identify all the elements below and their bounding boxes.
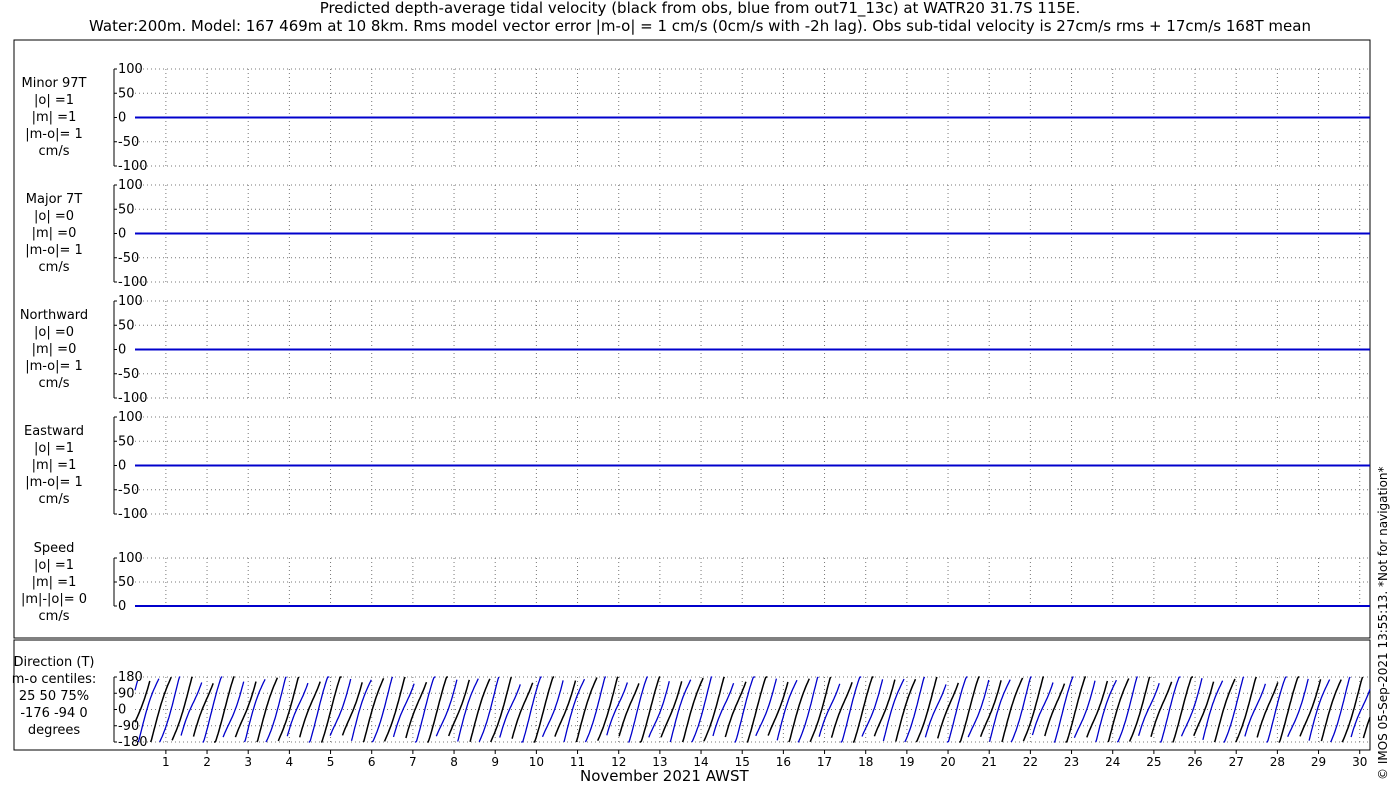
major-label-line: |o| =0 [33,209,74,224]
north-label-line: Northward [19,308,89,323]
x-tick-label: 20 [940,755,955,769]
north-y-tick-label: -100 [118,391,148,406]
minor-y-tick-label: -100 [118,159,148,174]
east-y-tick-label: 50 [118,434,135,449]
east-label-line: |m-o|= 1 [25,475,83,490]
x-tick-label: 5 [327,755,335,769]
major-label-line: |m| =0 [31,226,77,241]
speed-label-line: Speed [33,541,75,556]
direction-y-tick-label: 90 [118,686,135,701]
direction-label-line: Direction (T) [13,655,95,670]
direction-model-line [134,676,1371,743]
speed-label-line: |m|-|o|= 0 [20,592,88,607]
minor-label-line: |m| =1 [31,110,77,125]
major-y-tick-label: -100 [118,275,148,290]
north-label-line: |m| =0 [31,342,77,357]
minor-y-tick-label: -50 [118,135,139,150]
speed-label-line: |m| =1 [31,575,77,590]
minor-label-line: cm/s [38,144,70,159]
x-tick-label: 6 [368,755,376,769]
x-axis-label: November 2021 AWST [580,767,749,785]
direction-label-line: degrees [27,723,81,738]
east-y-tick-label: 0 [118,459,126,474]
minor-label-line: |m-o|= 1 [25,127,83,142]
x-tick-label: 7 [409,755,417,769]
x-tick-label: 1 [162,755,170,769]
minor-y-tick-label: 50 [118,86,135,101]
north-y-tick-label: 100 [118,294,143,309]
north-label-line: cm/s [38,376,70,391]
upper-frame [13,39,1371,639]
x-tick-label: 16 [776,755,791,769]
direction-y-tick-label: 0 [118,703,126,718]
east-label-line: |m| =1 [31,458,77,473]
east-label-line: Eastward [23,424,85,439]
speed-label-line: |o| =1 [33,558,74,573]
copyright-notice: © IMOS 05-Sep-2021 13:55:13. *Not for na… [1376,466,1390,780]
tidal-velocity-chart: 100500-50-100100500-50-100100500-50-1001… [13,39,1371,769]
major-label-line: |m-o|= 1 [25,243,83,258]
minor-y-tick-label: 0 [118,111,126,126]
direction-label-line: m-o centiles: [11,672,97,687]
x-tick-label: 10 [529,755,544,769]
east-label-line: |o| =1 [33,441,74,456]
major-y-tick-label: -50 [118,251,139,266]
direction-obs-line [134,676,1371,743]
speed-label-line: cm/s [38,609,70,624]
x-tick-label: 26 [1187,755,1202,769]
speed-y-tick-label: 100 [118,551,143,566]
x-tick-label: 18 [858,755,873,769]
x-tick-label: 19 [899,755,914,769]
x-tick-label: 30 [1352,755,1367,769]
minor-y-tick-label: 100 [118,62,143,77]
x-tick-label: 21 [982,755,997,769]
x-tick-label: 9 [491,755,499,769]
x-tick-label: 29 [1311,755,1326,769]
direction-label-line: -176 -94 0 [20,706,88,721]
north-y-tick-label: 0 [118,343,126,358]
major-label-line: cm/s [38,260,70,275]
major-y-tick-label: 0 [118,227,126,242]
major-label-line: Major 7T [25,192,83,207]
speed-y-tick-label: 0 [118,599,126,614]
x-tick-label: 23 [1064,755,1079,769]
x-tick-label: 28 [1270,755,1285,769]
direction-y-tick-label: -180 [118,735,148,750]
x-tick-label: 17 [817,755,832,769]
minor-label-line: Minor 97T [21,76,87,91]
east-y-tick-label: -50 [118,483,139,498]
north-label-line: |m-o|= 1 [25,359,83,374]
x-tick-label: 27 [1229,755,1244,769]
x-tick-label: 22 [1023,755,1038,769]
direction-label-line: 25 50 75% [18,689,90,704]
direction-y-tick-label: 180 [118,670,143,685]
speed-y-tick-label: 50 [118,575,135,590]
north-y-tick-label: -50 [118,367,139,382]
x-tick-label: 3 [244,755,252,769]
x-tick-label: 2 [203,755,211,769]
east-label-line: cm/s [38,492,70,507]
east-y-tick-label: 100 [118,410,143,425]
major-y-tick-label: 50 [118,202,135,217]
x-tick-label: 24 [1105,755,1120,769]
x-tick-label: 4 [286,755,294,769]
x-tick-label: 8 [450,755,458,769]
minor-label-line: |o| =1 [33,93,74,108]
east-y-tick-label: -100 [118,507,148,522]
north-label-line: |o| =0 [33,325,74,340]
x-tick-label: 25 [1146,755,1161,769]
north-y-tick-label: 50 [118,318,135,333]
major-y-tick-label: 100 [118,178,143,193]
